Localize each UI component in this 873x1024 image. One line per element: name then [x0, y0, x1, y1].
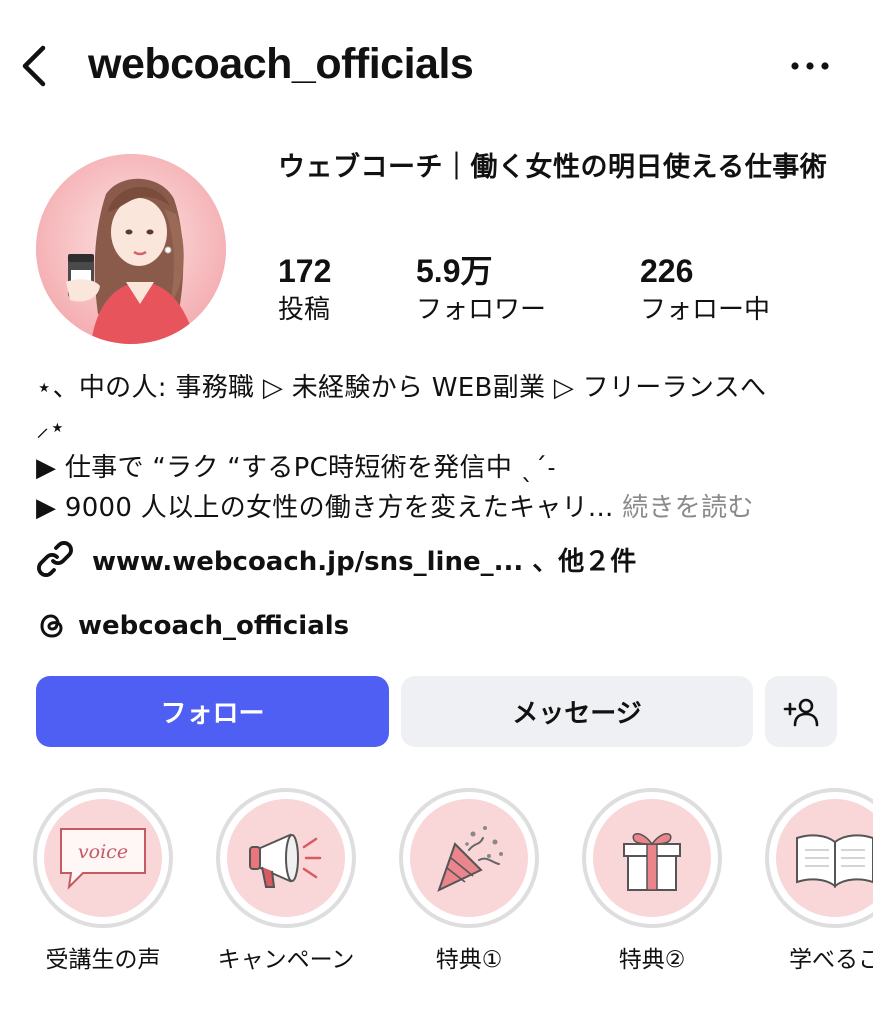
stat-followers-count: 5.9万: [416, 253, 493, 289]
profile-link-text[interactable]: www.webcoach.jp/sns_line_... 、他２件: [92, 541, 636, 578]
open-book-icon: [796, 834, 873, 889]
highlight-ring: [765, 788, 873, 928]
add-person-icon: [783, 698, 819, 726]
profile-username: webcoach_officials: [88, 40, 474, 88]
stat-followers[interactable]: 5.9万 フォロワー: [416, 252, 546, 330]
story-highlight[interactable]: voice 受講生の声: [33, 788, 173, 974]
more-options-button[interactable]: [788, 56, 832, 76]
back-button[interactable]: [18, 44, 50, 88]
suggest-people-button[interactable]: [765, 676, 837, 747]
svg-text:voice: voice: [78, 841, 128, 863]
stat-posts[interactable]: 172 投稿: [278, 252, 331, 330]
stat-following-label: フォロー中: [640, 295, 771, 325]
profile-link[interactable]: www.webcoach.jp/sns_line_... 、他２件: [36, 540, 636, 578]
stat-posts-count: 172: [278, 253, 332, 289]
story-highlight[interactable]: 特典②: [582, 788, 722, 974]
story-highlight[interactable]: キャンペーン: [216, 788, 356, 974]
party-popper-icon: [437, 826, 503, 892]
highlight-cover: [227, 799, 345, 917]
highlight-cover: [593, 799, 711, 917]
story-highlight[interactable]: 特典①: [399, 788, 539, 974]
bio-line: ⋆、中の人: 事務職 ▷ 未経験から WEB副業 ▷ フリーランスへ: [36, 373, 767, 403]
highlight-label: キャンペーン: [217, 947, 355, 973]
highlight-label: 特典②: [618, 947, 686, 973]
message-button[interactable]: メッセージ: [401, 676, 753, 747]
profile-page: webcoach_officials ウェブコーチ｜働く女性の明日使える仕事術 …: [0, 0, 873, 1024]
bio-line: ▶ 仕事で “ラク “するPC時短術を発信中 ˎˊ˗: [36, 453, 556, 483]
bio-line-truncated: ▶ 9000 人以上の女性の働き方を変えたキャリ... 続きを読む: [36, 488, 846, 528]
highlight-ring: voice: [33, 788, 173, 928]
highlight-cover: [410, 799, 528, 917]
highlight-ring: [399, 788, 539, 928]
read-more-link[interactable]: 続きを読む: [622, 493, 754, 523]
highlight-label: 学べるこ: [789, 947, 873, 973]
chevron-left-icon: [22, 45, 46, 87]
threads-badge[interactable]: webcoach_officials: [36, 610, 349, 642]
more-dots-icon: [791, 62, 829, 70]
voice-bubble-icon: voice: [60, 828, 146, 890]
highlight-cover: voice: [44, 799, 162, 917]
threads-icon: [40, 614, 63, 638]
highlight-ring: [582, 788, 722, 928]
highlight-label: 受講生の声: [45, 947, 161, 973]
story-highlight[interactable]: 学べるこ: [765, 788, 873, 974]
profile-display-name: ウェブコーチ｜働く女性の明日使える仕事術: [278, 152, 828, 183]
bio-line: ▶ 9000 人以上の女性の働き方を変えたキャリ...: [36, 493, 614, 523]
avatar-illustration: [36, 154, 226, 344]
megaphone-icon: [249, 833, 322, 888]
follow-button[interactable]: フォロー: [36, 676, 389, 747]
highlight-label: 特典①: [435, 947, 503, 973]
stat-following-count: 226: [640, 253, 694, 289]
threads-handle: webcoach_officials: [78, 611, 350, 641]
gift-box-icon: [623, 833, 681, 891]
stat-posts-label: 投稿: [278, 295, 331, 325]
highlight-cover: [776, 799, 873, 917]
profile-avatar[interactable]: [36, 154, 226, 344]
stat-following[interactable]: 226 フォロー中: [640, 252, 770, 330]
link-icon: [37, 541, 73, 577]
highlight-ring: [216, 788, 356, 928]
profile-bio: ⋆、中の人: 事務職 ▷ 未経験から WEB副業 ▷ フリーランスへ ⸝⋆ ▶ …: [36, 368, 846, 528]
stat-followers-label: フォロワー: [416, 295, 547, 325]
bio-line: ⸝⋆: [36, 413, 66, 443]
